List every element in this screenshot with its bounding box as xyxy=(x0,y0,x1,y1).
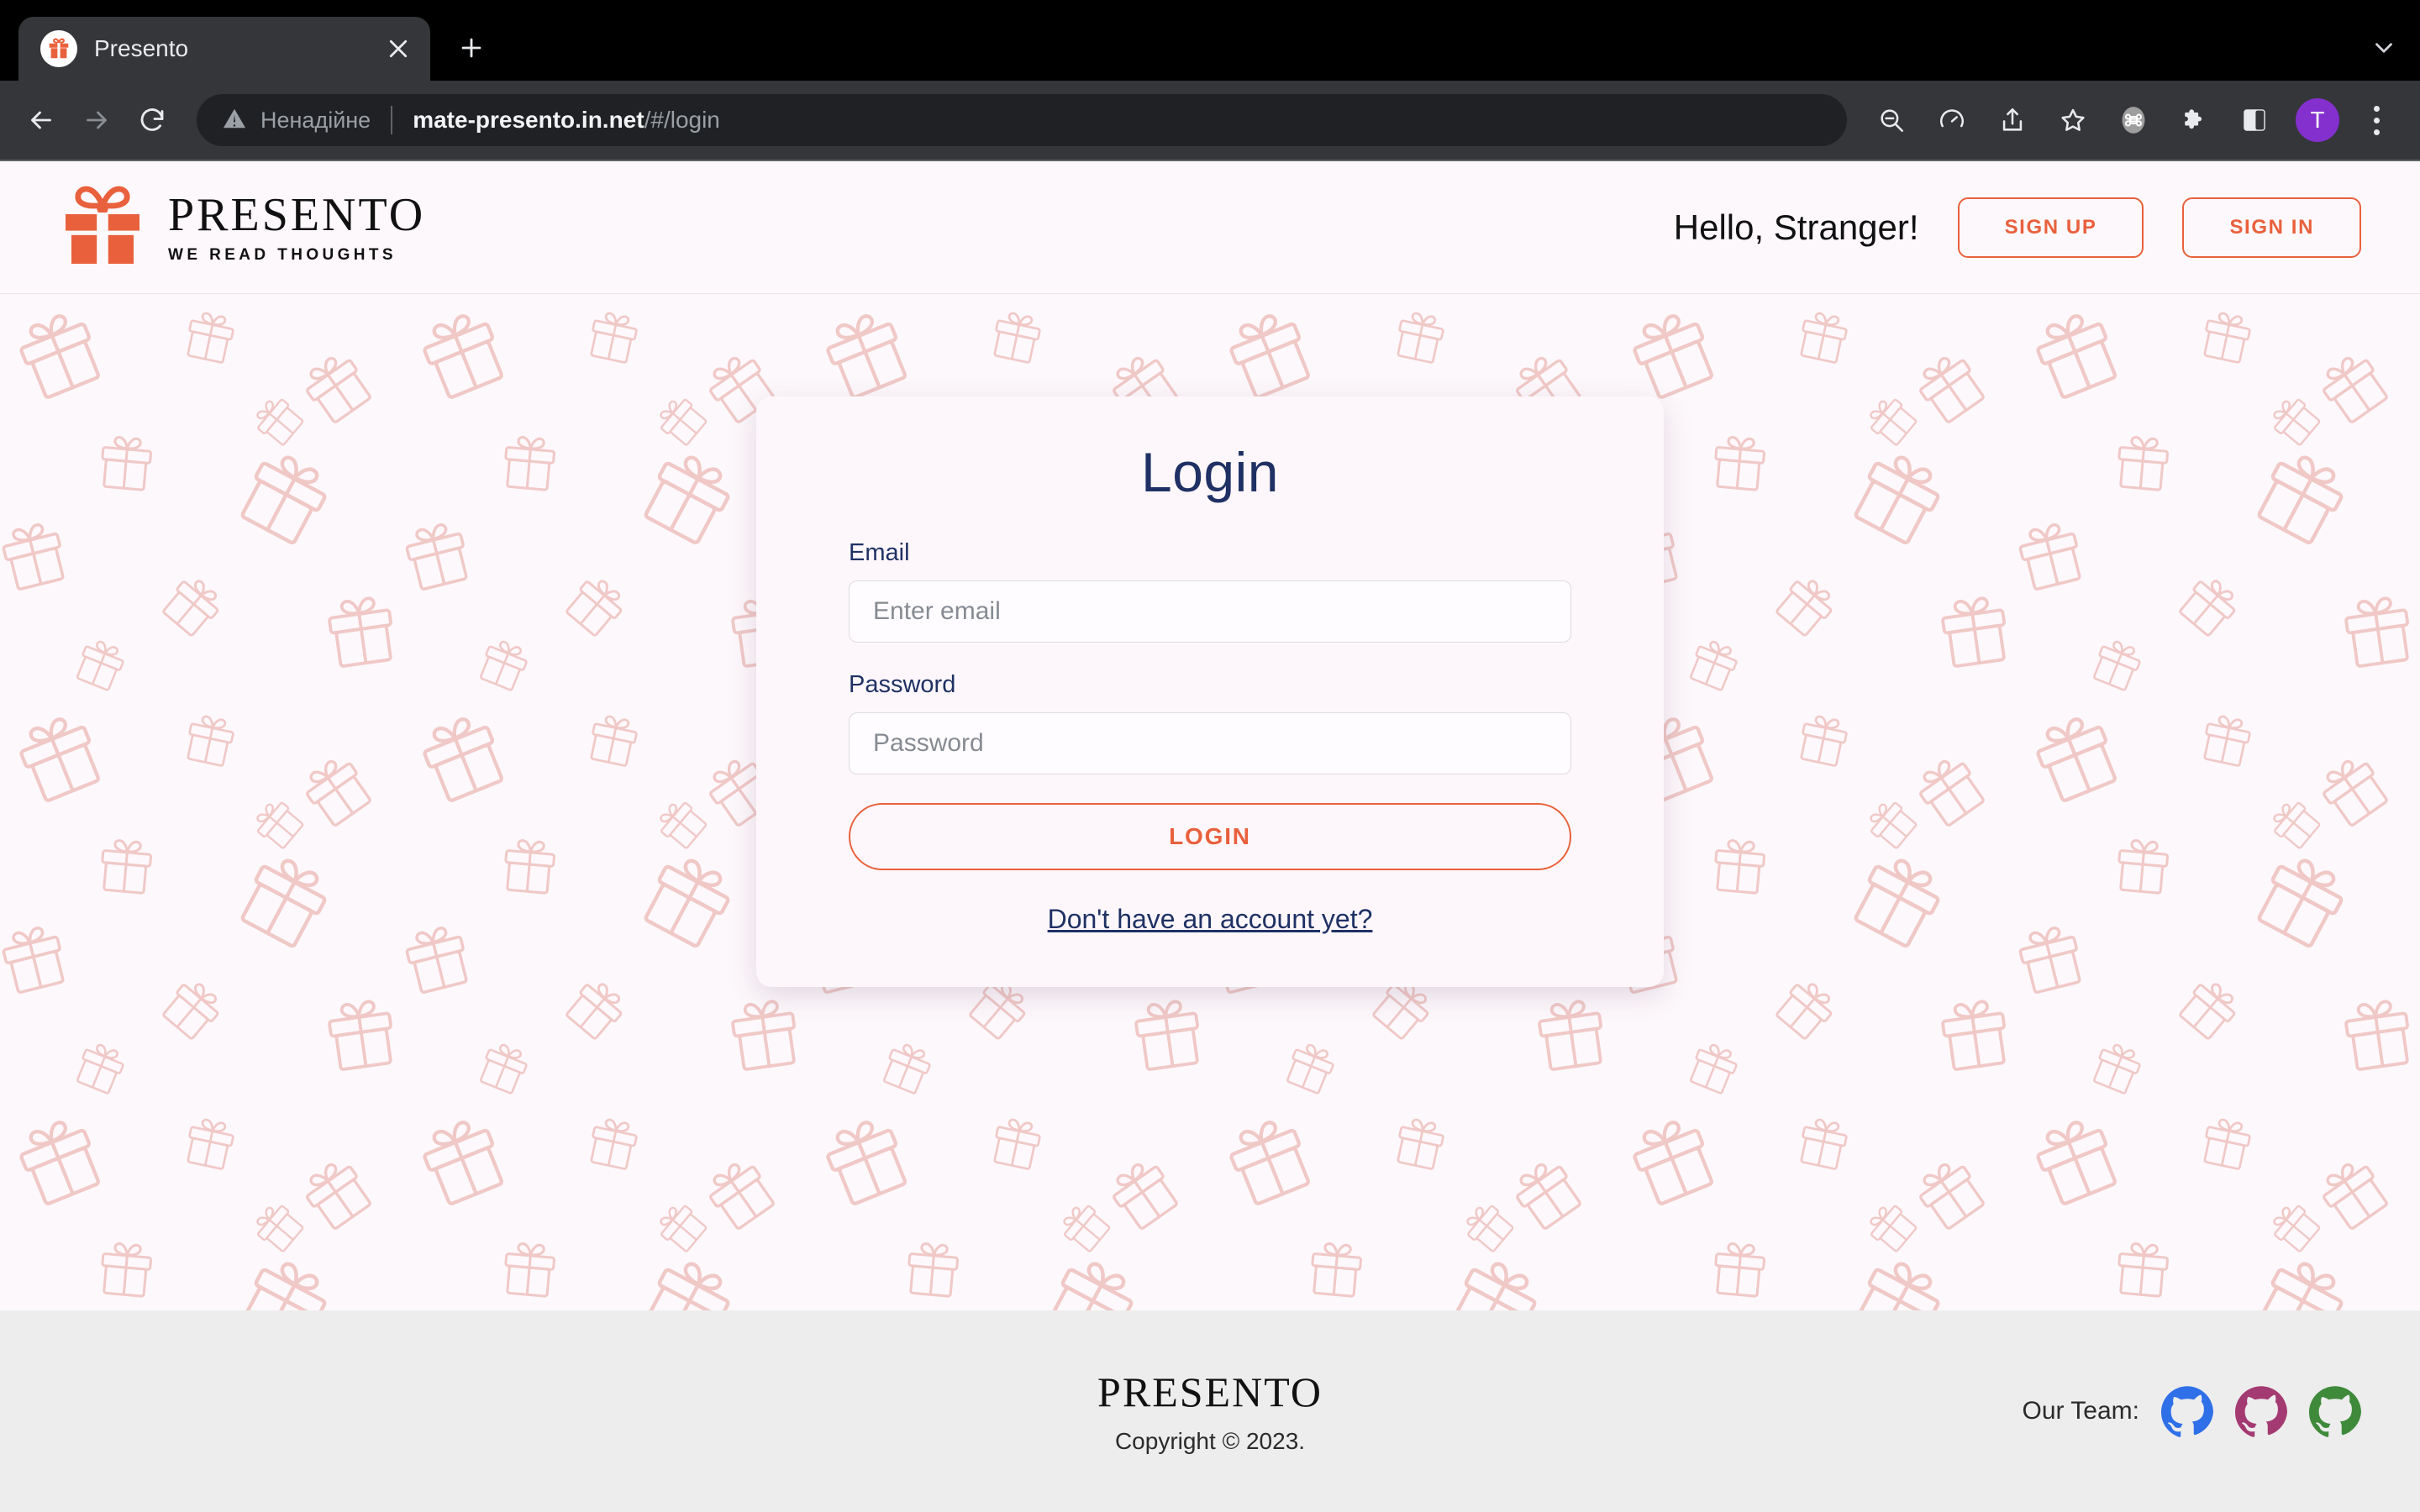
browser-toolbar: Ненадійне mate-presento.in.net/#/login T xyxy=(0,81,2420,161)
github-icon-magenta[interactable] xyxy=(2235,1385,2287,1437)
side-panel-icon[interactable] xyxy=(2228,94,2281,146)
web-page: PRESENTO WE READ THOUGHTS Hello, Strange… xyxy=(0,161,2420,1512)
kebab-menu-icon[interactable] xyxy=(2354,94,2398,146)
page-title: Login xyxy=(1141,441,1279,503)
password-input[interactable] xyxy=(849,712,1571,774)
email-label: Email xyxy=(849,539,910,566)
github-icon-blue[interactable] xyxy=(2161,1385,2213,1437)
toolbar-icons: T xyxy=(1865,94,2398,146)
password-field-block: Password xyxy=(849,671,1571,774)
share-icon[interactable] xyxy=(1986,94,2039,146)
email-field-block: Email xyxy=(849,539,1571,643)
footer-copyright: Copyright © 2023. xyxy=(1114,1428,1306,1454)
omnibox[interactable]: Ненадійне mate-presento.in.net/#/login xyxy=(197,94,1847,146)
greeting-text: Hello, Stranger! xyxy=(1673,207,1919,247)
footer-logo: PRESENTO xyxy=(1097,1368,1323,1415)
url-path: /#/login xyxy=(644,107,720,133)
logo-tagline: WE READ THOUGHTS xyxy=(168,246,397,264)
extensions-puzzle-icon[interactable] xyxy=(2168,94,2220,146)
team-label: Our Team: xyxy=(2022,1397,2140,1425)
arrow-forward-icon[interactable] xyxy=(71,94,123,146)
sign-up-button[interactable]: SIGN UP xyxy=(1957,197,2144,258)
site-header: PRESENTO WE READ THOUGHTS Hello, Strange… xyxy=(0,161,2420,294)
tab-title: Presento xyxy=(94,35,189,61)
omnibox-divider xyxy=(391,106,393,134)
site-logo[interactable]: PRESENTO WE READ THOUGHTS xyxy=(59,183,425,271)
email-input[interactable] xyxy=(849,580,1571,643)
profile-avatar[interactable]: T xyxy=(2296,98,2339,142)
bookmark-star-icon[interactable] xyxy=(2047,94,2099,146)
header-actions: Hello, Stranger! SIGN UP SIGN IN xyxy=(1674,197,2361,258)
url-domain: mate-presento.in.net xyxy=(413,107,644,133)
main-content: Login Email Password LOGIN Don't have an… xyxy=(0,294,2420,1310)
site-security-status[interactable]: Ненадійне xyxy=(222,106,371,135)
reload-icon[interactable] xyxy=(126,94,178,146)
gift-favicon xyxy=(40,30,77,67)
gift-logo-icon xyxy=(59,183,146,271)
chevron-down-icon[interactable] xyxy=(2370,34,2398,67)
github-icon-green[interactable] xyxy=(2309,1385,2361,1437)
password-label: Password xyxy=(849,671,956,698)
new-tab-button[interactable] xyxy=(445,22,497,74)
performance-icon[interactable] xyxy=(1926,94,1978,146)
logo-name: PRESENTO xyxy=(168,189,426,241)
close-icon[interactable] xyxy=(378,29,418,69)
security-label: Ненадійне xyxy=(260,107,371,133)
tab-list-area xyxy=(2370,34,2420,81)
warning-triangle-icon xyxy=(222,106,247,135)
signup-link[interactable]: Don't have an account yet? xyxy=(849,904,1571,935)
url-text: mate-presento.in.net/#/login xyxy=(413,107,720,134)
login-card: Login Email Password LOGIN Don't have an… xyxy=(756,396,1664,987)
sign-in-button[interactable]: SIGN IN xyxy=(2182,197,2361,258)
login-submit-button[interactable]: LOGIN xyxy=(849,803,1571,870)
command-badge-icon[interactable] xyxy=(2107,94,2160,146)
tab-strip: Presento xyxy=(0,0,2420,81)
browser-tab[interactable]: Presento xyxy=(18,17,430,81)
site-footer: PRESENTO Copyright © 2023. Our Team: xyxy=(0,1310,2420,1512)
arrow-back-icon[interactable] xyxy=(15,94,67,146)
footer-team: Our Team: xyxy=(2022,1385,2361,1437)
browser-window: Presento Ненадійне mate-presento.in.net/… xyxy=(0,0,2420,1512)
logo-text: PRESENTO WE READ THOUGHTS xyxy=(168,192,425,263)
zoom-out-icon[interactable] xyxy=(1865,94,1918,146)
